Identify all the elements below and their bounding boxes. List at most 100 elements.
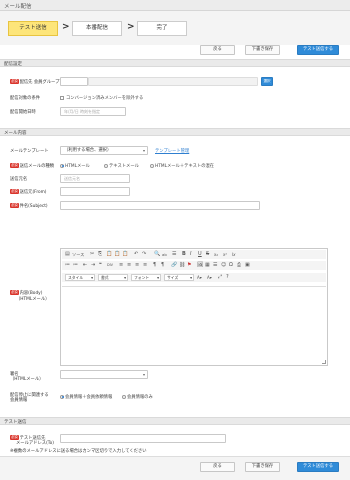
back-button[interactable]: 戻る [200,45,235,55]
save-draft-button-bottom[interactable]: 下書き保存 [245,462,280,472]
paste-icon[interactable]: 📋 [106,251,112,258]
test-address-label-sub: メールアドレス(To) [16,441,54,446]
sender-input[interactable] [60,187,130,196]
paste-text-icon[interactable]: 📋 [114,251,120,258]
editor-toolbar-row-1: ▤ ソース ✂ ⎘ 📋 📋 📋 ↶ ↷ 🔍 ab ☰ B I U S x₂ x²… [62,250,326,259]
font-select[interactable]: フォント ▾ [131,274,161,281]
find-icon[interactable]: 🔍 [154,251,160,258]
link-icon[interactable]: 🔗 [171,262,177,269]
group-field[interactable] [60,77,88,86]
outdent-icon[interactable]: ⇤ [83,262,87,269]
radio-icon [104,163,108,168]
smiley-icon[interactable]: ☺ [221,262,226,269]
italic-icon[interactable]: I [190,251,191,258]
unsubscribe-option-member[interactable]: 会員情報のみ [122,394,153,400]
format-option-html[interactable]: HTMLメール [60,163,90,169]
blockquote-icon[interactable]: ❝ [99,262,102,269]
size-select[interactable]: サイズ ▾ [164,274,194,281]
step-complete: 完了 [137,21,187,36]
bulleted-list-icon[interactable]: ≔ [73,262,78,269]
paste-word-icon[interactable]: 📋 [122,251,128,258]
unsubscribe-option-full[interactable]: 会員情報＋会員依頼情報 [60,394,112,400]
radio-icon [60,163,64,168]
sender-name-label: 送信元名 [10,177,28,182]
test-address-input[interactable] [60,434,226,443]
horizontal-rule-icon[interactable]: ☰ [213,262,217,269]
sender-label: 必須 送信元(From) [10,189,47,195]
subject-input[interactable] [60,201,260,210]
window-title-bar: メール配信 [0,0,350,11]
format-option-text[interactable]: テキストメール [104,163,139,169]
schedule-label: 配信開始日時 [10,110,36,115]
format-select[interactable]: 書式 ▾ [98,274,128,281]
redo-icon[interactable]: ↷ [142,251,146,258]
format-label: 必須 送信メールの種類 [10,163,54,169]
ltr-icon[interactable]: ¶ [153,262,156,269]
numbered-list-icon[interactable]: ≔ [65,262,70,269]
select-group-button[interactable]: 選択 [261,77,273,86]
radio-icon [150,163,154,168]
underline-icon[interactable]: U [198,251,202,258]
required-badge: 必須 [10,79,19,84]
special-char-icon[interactable]: Ω [229,262,233,269]
help-icon[interactable]: ? [226,274,229,281]
background-color-icon[interactable]: A▾ [207,274,212,281]
strike-icon[interactable]: S [206,251,209,258]
text-color-icon[interactable]: A▾ [197,274,202,281]
editor-body[interactable] [62,286,326,364]
step-indicator: テスト送信 > 本番配信 > 完了 [0,11,350,45]
test-address-note: ※複数のメールアドレスに送る場合はカンマ区切りで入力してください [10,449,147,454]
sender-name-input[interactable]: 送信元名 [60,174,130,183]
align-justify-icon[interactable]: ≡ [143,262,147,269]
chevron-down-icon: ▾ [142,148,145,153]
required-badge: 必須 [10,163,19,168]
format-option-mixed[interactable]: HTMLメール＋テキストの混在 [150,163,214,169]
send-test-button-bottom[interactable]: テスト送信する [297,462,339,472]
required-badge: 必須 [10,203,19,208]
subscript-icon[interactable]: x₂ [214,251,218,258]
copy-icon[interactable]: ⎘ [98,251,102,258]
remove-format-icon[interactable]: Ix [232,251,236,258]
div-icon[interactable]: DIV [107,262,113,269]
editor-toolbar-row-3: スタイル ▾ 書式 ▾ フォント ▾ サイズ ▾ A▾ A▾ ⤢ ? [62,273,326,282]
source-button[interactable]: ソース [72,251,84,258]
chevron-down-icon: ▾ [157,275,159,280]
select-all-icon[interactable]: ☰ [172,251,176,258]
group-display-field [88,77,258,86]
step-arrow-icon: > [127,22,135,32]
exclude-converted-checkbox[interactable]: コンバージョン済みメンバーを除外する [60,95,143,101]
iframe-icon[interactable]: ▣ [245,262,250,269]
rtl-icon[interactable]: ¶ [161,262,164,269]
condition-label: 配信対象の条件 [10,96,41,101]
maximize-icon[interactable]: ⤢ [218,274,222,281]
unlink-icon[interactable]: ⛓ [179,262,185,269]
resize-handle-icon[interactable] [322,360,326,364]
style-select[interactable]: スタイル ▾ [65,274,95,281]
indent-icon[interactable]: ⇥ [91,262,95,269]
undo-icon[interactable]: ↶ [134,251,138,258]
superscript-icon[interactable]: x² [223,251,227,258]
source-icon[interactable]: ▤ [65,251,70,258]
mail-content-heading: メール内容 [0,128,350,136]
cut-icon[interactable]: ✂ [90,251,94,258]
align-center-icon[interactable]: ≡ [127,262,131,269]
step-production-send: 本番配信 [72,21,122,36]
image-icon[interactable]: 🖼 [197,262,203,269]
send-test-button[interactable]: テスト送信する [297,45,339,55]
signature-select[interactable]: ▾ [60,370,148,379]
table-icon[interactable]: ▦ [205,262,210,269]
schedule-input[interactable]: 年/月/日 時刻を指定 [60,107,126,116]
align-left-icon[interactable]: ≡ [119,262,123,269]
template-select[interactable]: （利用する場合、選択） ▾ [60,146,148,155]
anchor-icon[interactable]: ⚑ [187,262,191,269]
required-badge: 必須 [10,189,19,194]
page-break-icon[interactable]: ⎙ [237,262,241,269]
align-right-icon[interactable]: ≡ [135,262,139,269]
save-draft-button[interactable]: 下書き保存 [245,45,280,55]
bold-icon[interactable]: B [182,251,186,258]
template-manage-link[interactable]: テンプレート管理 [155,148,189,154]
replace-icon[interactable]: ab [162,251,167,258]
rich-text-editor[interactable]: ▤ ソース ✂ ⎘ 📋 📋 📋 ↶ ↷ 🔍 ab ☰ B I U S x₂ x²… [60,248,328,366]
chevron-down-icon: ▾ [190,275,192,280]
back-button-bottom[interactable]: 戻る [200,462,235,472]
